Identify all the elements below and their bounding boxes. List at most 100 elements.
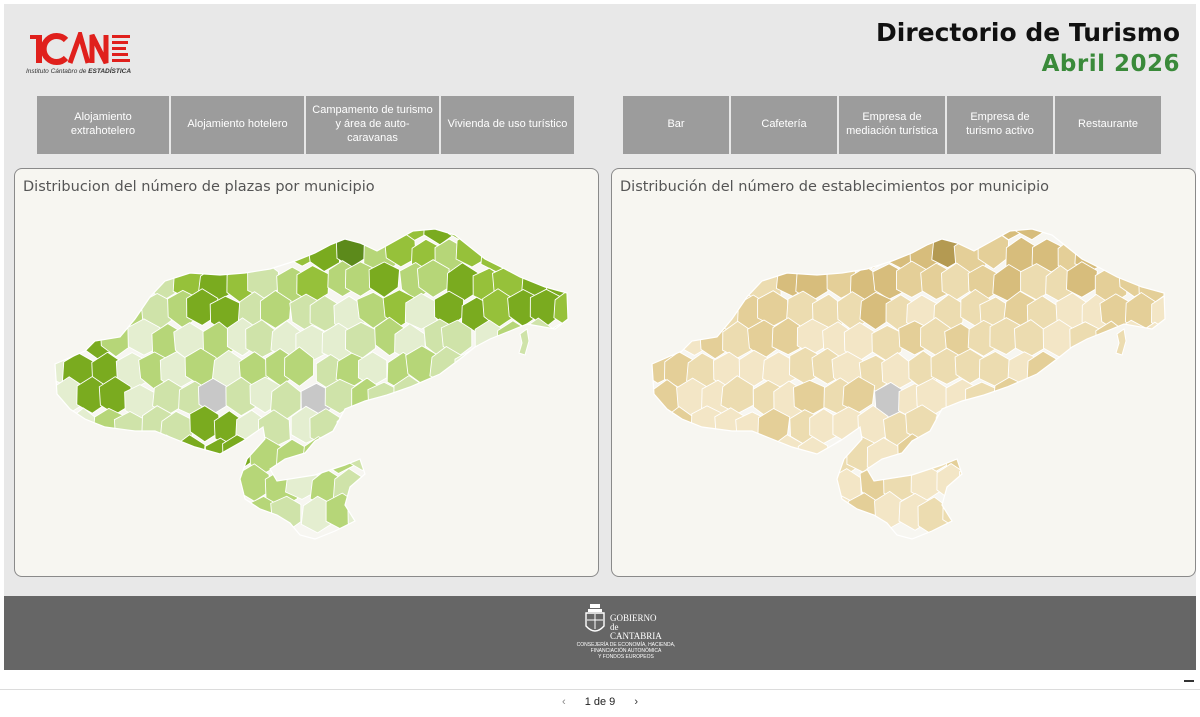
chevron-right-icon[interactable]: › <box>634 696 638 708</box>
municipality-cell[interactable] <box>45 234 76 271</box>
municipality-cell[interactable] <box>57 493 90 532</box>
municipality-cell[interactable] <box>1001 406 1035 444</box>
municipality-cell[interactable] <box>1034 404 1066 442</box>
municipality-cell[interactable] <box>978 467 1012 504</box>
municipality-cell[interactable] <box>27 322 60 363</box>
municipality-cell[interactable] <box>1080 407 1114 444</box>
municipality-cell[interactable] <box>77 263 108 302</box>
municipality-cell[interactable] <box>472 491 504 531</box>
municipality-cell[interactable] <box>1155 410 1188 449</box>
municipality-cell[interactable] <box>442 380 474 418</box>
tab-vivienda-uso-turistico[interactable]: Vivienda de uso turístico <box>441 96 574 154</box>
municipality-cell[interactable] <box>1039 379 1073 417</box>
municipality-cell[interactable] <box>1113 499 1146 536</box>
municipality-cell[interactable] <box>733 234 766 274</box>
municipality-cell[interactable] <box>627 438 658 475</box>
municipality-cell[interactable] <box>87 289 121 326</box>
municipality-cell[interactable] <box>520 376 553 416</box>
municipality-cell[interactable] <box>758 462 790 503</box>
municipality-cell[interactable] <box>189 466 222 503</box>
municipality-cell[interactable] <box>968 438 1002 478</box>
municipality-cell[interactable] <box>1140 206 1173 245</box>
municipality-cell[interactable] <box>1093 381 1126 421</box>
municipality-cell[interactable] <box>81 494 115 531</box>
municipality-cell[interactable] <box>897 208 931 248</box>
municipality-cell[interactable] <box>702 208 733 245</box>
municipality-cell[interactable] <box>69 463 102 501</box>
municipality-cell[interactable] <box>44 406 76 446</box>
municipality-cell[interactable] <box>810 229 844 270</box>
municipality-cell[interactable] <box>954 411 988 449</box>
municipality-cell[interactable] <box>624 379 656 418</box>
municipality-cell[interactable] <box>369 207 400 245</box>
municipality-cell[interactable] <box>845 206 878 247</box>
municipality-cell[interactable] <box>55 441 89 478</box>
municipality-cell[interactable] <box>28 378 60 415</box>
municipality-cell[interactable] <box>959 461 992 502</box>
municipality-cell[interactable] <box>442 492 475 532</box>
municipality-cell[interactable] <box>678 260 711 299</box>
municipality-cell[interactable] <box>821 492 854 532</box>
municipality-cell[interactable] <box>1142 491 1174 530</box>
municipality-cell[interactable] <box>185 235 218 274</box>
municipality-cell[interactable] <box>1056 410 1090 450</box>
municipality-cell[interactable] <box>420 437 453 475</box>
municipality-cell[interactable] <box>1039 497 1071 536</box>
municipality-cell[interactable] <box>200 492 234 530</box>
municipality-cell[interactable] <box>544 497 576 535</box>
municipality-cell[interactable] <box>295 204 327 240</box>
municipality-cell[interactable] <box>381 407 413 445</box>
municipality-cell[interactable] <box>965 381 999 419</box>
municipality-cell[interactable] <box>719 492 752 532</box>
municipality-cell[interactable] <box>104 434 137 473</box>
municipality-cell[interactable] <box>173 494 206 534</box>
municipality-cell[interactable] <box>480 347 513 386</box>
municipality-cell[interactable] <box>650 433 681 473</box>
municipality-cell[interactable] <box>544 323 576 360</box>
choropleth-map-plazas[interactable] <box>15 169 600 578</box>
municipality-cell[interactable] <box>407 469 440 507</box>
municipality-cell[interactable] <box>825 207 859 247</box>
tab-campamento[interactable]: Campamento de turismo y área de auto-car… <box>306 96 439 154</box>
municipality-cell[interactable] <box>275 438 309 478</box>
municipality-cell[interactable] <box>347 434 379 471</box>
municipality-cell[interactable] <box>484 405 518 442</box>
municipality-cell[interactable] <box>372 497 406 536</box>
municipality-cell[interactable] <box>1138 375 1169 415</box>
municipality-cell[interactable] <box>1041 435 1074 473</box>
municipality-cell[interactable] <box>69 231 102 268</box>
municipality-cell[interactable] <box>502 406 536 443</box>
municipality-cell[interactable] <box>432 462 464 500</box>
municipality-cell[interactable] <box>629 267 659 305</box>
municipality-cell[interactable] <box>247 208 278 248</box>
municipality-cell[interactable] <box>367 441 400 478</box>
municipality-cell[interactable] <box>335 412 369 451</box>
municipality-cell[interactable] <box>653 493 686 532</box>
municipality-cell[interactable] <box>970 493 1003 532</box>
municipality-cell[interactable] <box>1088 438 1121 478</box>
municipality-cell[interactable] <box>756 235 790 273</box>
municipality-cell[interactable] <box>101 209 135 244</box>
municipality-cell[interactable] <box>453 409 486 448</box>
municipality-cell[interactable] <box>360 406 394 444</box>
municipality-cell[interactable] <box>43 293 74 330</box>
municipality-cell[interactable] <box>530 469 563 507</box>
municipality-cell[interactable] <box>636 237 667 276</box>
municipality-cell[interactable] <box>627 321 659 358</box>
municipality-cell[interactable] <box>1149 348 1182 388</box>
municipality-cell[interactable] <box>796 491 830 528</box>
municipality-cell[interactable] <box>713 469 746 509</box>
municipality-cell[interactable] <box>626 493 657 530</box>
tab-alojamiento-extrahotelero[interactable]: Alojamiento extrahotelero <box>37 96 169 154</box>
municipality-cell[interactable] <box>809 463 842 503</box>
chevron-left-icon[interactable]: ‹ <box>562 696 566 708</box>
municipality-cell[interactable] <box>516 211 550 247</box>
municipality-cell[interactable] <box>1007 468 1041 507</box>
municipality-cell[interactable] <box>470 375 503 414</box>
municipality-cell[interactable] <box>744 435 778 475</box>
tab-empresa-mediacion[interactable]: Empresa de mediación turística <box>839 96 945 154</box>
municipality-cell[interactable] <box>471 203 503 243</box>
municipality-cell[interactable] <box>141 465 174 503</box>
municipality-cell[interactable] <box>31 260 64 298</box>
municipality-cell[interactable] <box>221 211 254 248</box>
